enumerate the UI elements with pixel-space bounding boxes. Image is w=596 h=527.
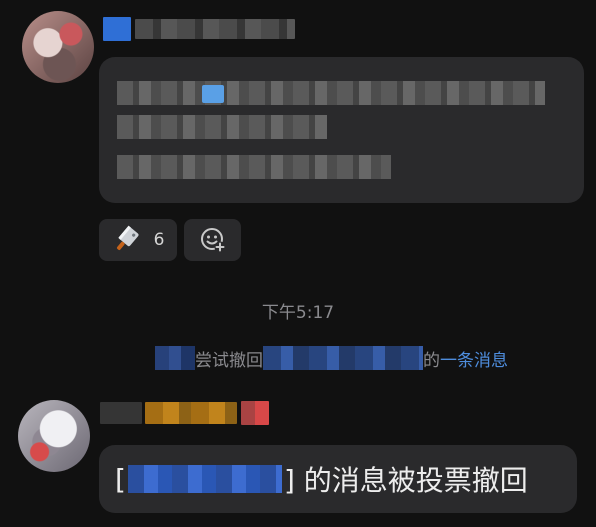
open-bracket: [ bbox=[115, 462, 126, 496]
redacted-text-line bbox=[117, 115, 327, 139]
redacted-text-line bbox=[117, 81, 545, 105]
vote-recall-text: ] 的消息被投票撤回 bbox=[283, 464, 528, 497]
redacted-text-line bbox=[117, 155, 391, 179]
reaction-count: 6 bbox=[153, 230, 165, 250]
sender-badge-redacted bbox=[241, 401, 269, 425]
sender-name-redacted[interactable] bbox=[100, 402, 142, 424]
avatar[interactable] bbox=[18, 400, 90, 472]
recall-notice-text: 尝试撤回 bbox=[195, 350, 263, 371]
sender-title-redacted bbox=[145, 402, 237, 424]
redacted-emoji bbox=[202, 85, 224, 103]
avatar[interactable] bbox=[22, 11, 94, 83]
recall-notice-suffix: 的 bbox=[423, 350, 440, 371]
recalled-message-link[interactable]: 一条消息 bbox=[440, 346, 508, 371]
add-reaction-icon bbox=[200, 228, 225, 253]
redacted-target-name[interactable] bbox=[263, 346, 423, 370]
sender-badge-redacted bbox=[103, 17, 131, 41]
chat-window: 6 下午5:17 尝试撤回 的 一条消息 [ ] 的消息被投票撤回 bbox=[0, 0, 596, 527]
message-timestamp: 下午5:17 bbox=[261, 303, 335, 323]
message-bubble[interactable] bbox=[99, 57, 584, 203]
redacted-user-name[interactable] bbox=[155, 346, 195, 370]
redacted-mention[interactable] bbox=[127, 465, 282, 493]
vote-recall-message-bubble[interactable]: [ ] 的消息被投票撤回 bbox=[99, 445, 577, 513]
recall-notice: 尝试撤回 的 一条消息 bbox=[155, 344, 508, 372]
cleaver-emoji-icon bbox=[116, 225, 139, 250]
reaction-cleaver[interactable]: 6 bbox=[99, 219, 177, 261]
sender-name-redacted[interactable] bbox=[135, 19, 295, 39]
add-reaction-button[interactable] bbox=[184, 219, 241, 261]
